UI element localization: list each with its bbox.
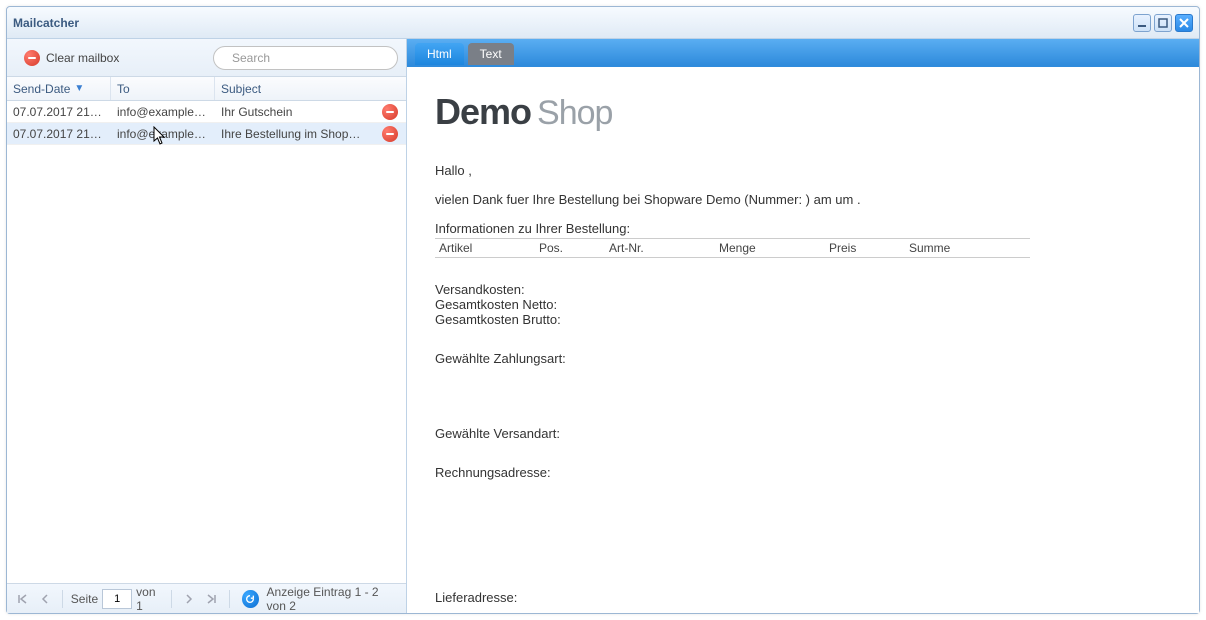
logo-bold: Demo — [435, 91, 531, 133]
page-next-button[interactable] — [180, 589, 198, 609]
clear-mailbox-label: Clear mailbox — [46, 51, 119, 65]
tab-text[interactable]: Text — [468, 43, 514, 65]
tab-html[interactable]: Html — [415, 43, 464, 65]
th-menge: Menge — [715, 239, 825, 258]
costs-block: Versandkosten: Gesamtkosten Netto: Gesam… — [435, 282, 1171, 327]
minimize-button[interactable] — [1133, 14, 1151, 32]
net-costs: Gesamtkosten Netto: — [435, 297, 1171, 312]
paging-display: Anzeige Eintrag 1 - 2 von 2 — [267, 585, 400, 613]
col-send-date-label: Send-Date — [13, 82, 70, 96]
cell-subject: Ihre Bestellung im Shopwa… — [215, 127, 372, 141]
logo-light: Shop — [537, 94, 612, 133]
col-to[interactable]: To — [111, 77, 215, 100]
gross-costs: Gesamtkosten Brutto: — [435, 312, 1171, 327]
order-items-table: Artikel Pos. Art-Nr. Menge Preis Summe — [435, 238, 1030, 258]
col-subject-label: Subject — [221, 82, 261, 96]
mail-row[interactable]: 07.07.2017 21:40 info@example.c… Ihre Be… — [7, 123, 406, 145]
page-number-input[interactable] — [102, 589, 132, 609]
cell-date: 07.07.2017 21:40 — [7, 105, 111, 119]
delete-row-button[interactable] — [382, 126, 398, 142]
th-artnr: Art-Nr. — [605, 239, 715, 258]
clear-mailbox-button[interactable]: Clear mailbox — [15, 46, 128, 70]
cell-subject: Ihr Gutschein — [215, 105, 372, 119]
shop-logo: DemoShop — [435, 91, 1171, 133]
cell-date: 07.07.2017 21:40 — [7, 127, 111, 141]
delivery-address: Lieferadresse: — [435, 590, 1171, 605]
refresh-button[interactable] — [242, 590, 259, 608]
preview-tabs: Html Text — [407, 39, 1199, 67]
search-field[interactable] — [213, 46, 398, 70]
page-of-label: von 1 — [136, 585, 163, 613]
th-artikel: Artikel — [435, 239, 535, 258]
mail-greeting: Hallo , — [435, 163, 1171, 178]
order-info-title: Informationen zu Ihrer Bestellung: — [435, 221, 1171, 236]
col-subject[interactable]: Subject — [215, 77, 406, 100]
list-toolbar: Clear mailbox — [7, 39, 406, 77]
sort-desc-icon: ▼ — [74, 83, 84, 94]
th-summe: Summe — [905, 239, 1030, 258]
shipment-method: Gewählte Versandart: — [435, 426, 1171, 441]
page-prev-button[interactable] — [35, 589, 53, 609]
page-label: Seite — [71, 592, 98, 606]
mailcatcher-window: Mailcatcher Clear mailbox — [6, 6, 1200, 614]
mail-html-view[interactable]: DemoShop Hallo , vielen Dank fuer Ihre B… — [407, 67, 1199, 613]
cell-to: info@example.c… — [111, 127, 215, 141]
mail-preview-panel: Html Text DemoShop Hallo , vielen Dank f… — [407, 39, 1199, 613]
mail-row[interactable]: 07.07.2017 21:40 info@example.c… Ihr Gut… — [7, 101, 406, 123]
shipping-costs: Versandkosten: — [435, 282, 1171, 297]
col-to-label: To — [117, 82, 130, 96]
col-send-date[interactable]: Send-Date ▼ — [7, 77, 111, 100]
cell-to: info@example.c… — [111, 105, 215, 119]
payment-method: Gewählte Zahlungsart: — [435, 351, 1171, 366]
titlebar[interactable]: Mailcatcher — [7, 7, 1199, 39]
search-input[interactable] — [230, 50, 389, 66]
th-pos: Pos. — [535, 239, 605, 258]
minus-circle-icon — [24, 50, 40, 66]
close-button[interactable] — [1175, 14, 1193, 32]
mail-list-panel: Clear mailbox Send-Date ▼ — [7, 39, 407, 613]
delete-row-button[interactable] — [382, 104, 398, 120]
mail-thanks: vielen Dank fuer Ihre Bestellung bei Sho… — [435, 192, 1171, 207]
window-title: Mailcatcher — [13, 16, 79, 30]
grid-header: Send-Date ▼ To Subject — [7, 77, 406, 101]
grid-body[interactable]: 07.07.2017 21:40 info@example.c… Ihr Gut… — [7, 101, 406, 583]
billing-address: Rechnungsadresse: — [435, 465, 1171, 480]
page-last-button[interactable] — [203, 589, 221, 609]
page-first-button[interactable] — [13, 589, 31, 609]
maximize-button[interactable] — [1154, 14, 1172, 32]
paging-toolbar: Seite von 1 Anzeige Eintrag 1 - 2 von 2 — [7, 583, 406, 613]
th-preis: Preis — [825, 239, 905, 258]
